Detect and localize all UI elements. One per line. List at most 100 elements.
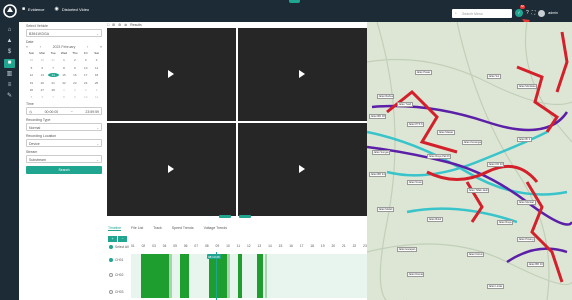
zoom-out-icon[interactable]: − [118, 236, 127, 242]
nav-distorted-video[interactable]: Distorted Video [62, 7, 89, 12]
recording-segment[interactable] [227, 254, 230, 298]
calendar-day[interactable]: 2 [69, 88, 80, 92]
calendar-day[interactable]: 28 [48, 88, 59, 92]
calendar-day[interactable]: 5 [26, 95, 37, 99]
prev-month-icon[interactable]: ‹ [40, 45, 41, 49]
vehicle-select[interactable]: B3941KDGA ⌄ [26, 29, 102, 37]
recording-segment[interactable] [238, 254, 242, 298]
calendar-day[interactable]: 26 [26, 88, 37, 92]
menu-search-input[interactable]: ⌕ Search Menu [452, 9, 512, 18]
recording-segment[interactable] [141, 254, 169, 298]
calendar-day[interactable]: 24 [80, 81, 91, 85]
grid-4-icon[interactable]: ⊞ [112, 23, 115, 27]
play-icon[interactable] [299, 70, 305, 78]
calendar-day[interactable]: 5 [26, 66, 37, 70]
calendar-day[interactable]: 29 [26, 58, 37, 62]
calendar-day[interactable]: 6 [37, 95, 48, 99]
timeline-row-ch01[interactable]: CH01 [109, 258, 123, 262]
calendar-day[interactable]: 1 [59, 58, 70, 62]
video-tile-2[interactable] [238, 28, 367, 121]
calendar-day[interactable]: 11 [91, 95, 102, 99]
timeline-row-ch02[interactable]: CH02 [109, 273, 123, 277]
calendar-month[interactable]: February [61, 45, 75, 49]
recording-segment[interactable] [265, 254, 267, 298]
results-dropdown[interactable]: Results [130, 23, 142, 27]
video-icon[interactable]: ■ [4, 59, 15, 68]
chart-icon[interactable]: ▥ [4, 70, 15, 79]
timeline-row-ch03[interactable]: CH03 [109, 290, 123, 294]
app-logo[interactable] [2, 3, 18, 19]
video-tile-4[interactable] [238, 123, 367, 216]
nav-evidence[interactable]: Evidence [28, 7, 44, 12]
calendar-day[interactable]: 10 [80, 66, 91, 70]
play-circle-icon[interactable]: ◉ [55, 6, 59, 12]
calendar-day[interactable]: 6 [37, 66, 48, 70]
video-tile-3[interactable] [107, 123, 236, 216]
recording-segment[interactable] [180, 254, 189, 298]
zoom-in-icon[interactable]: + [108, 236, 117, 242]
tab-voltage-trends[interactable]: Voltage Trends [204, 226, 227, 231]
list-icon[interactable]: ≡ [4, 81, 15, 90]
calendar-day[interactable]: 27 [37, 88, 48, 92]
calendar-day[interactable]: 10 [80, 95, 91, 99]
track-map[interactable]: Jalan Pasar Jalan Rahsa Jalan Tuah Jalan Su… [367, 22, 572, 300]
username[interactable]: admin [548, 11, 558, 15]
recording-segment[interactable] [257, 254, 263, 298]
calendar-day[interactable]: 23 [69, 81, 80, 85]
calendar-day[interactable]: 21 [48, 81, 59, 85]
tab-track[interactable]: Track [153, 226, 162, 231]
collapse-handle[interactable] [289, 0, 300, 3]
video-camera-icon[interactable]: ■ [22, 6, 25, 12]
next-month-icon[interactable]: › [87, 45, 88, 49]
calendar-day[interactable]: 25 [91, 81, 102, 85]
dollar-icon[interactable]: $ [4, 48, 15, 57]
calendar-day[interactable]: 9 [69, 95, 80, 99]
recording-location-select[interactable]: Device ⌄ [26, 139, 102, 148]
close-all-icon[interactable]: ⊗ [124, 23, 127, 27]
timeline-row-select-all[interactable]: Select All [109, 245, 129, 249]
wrench-icon[interactable]: ✎ [4, 92, 15, 101]
radio-ch01[interactable] [109, 258, 113, 262]
calendar-day[interactable]: 30 [37, 58, 48, 62]
calendar-day[interactable]: 19 [26, 81, 37, 85]
playback-prev-button[interactable] [219, 215, 231, 218]
calendar-day[interactable]: 3 [80, 58, 91, 62]
calendar-day[interactable]: 9 [69, 66, 80, 70]
stream-select[interactable]: Substream ⌄ [26, 155, 102, 164]
timeline-cursor[interactable] [216, 252, 217, 300]
calendar-day[interactable]: 20 [37, 81, 48, 85]
recording-segment[interactable] [209, 254, 227, 298]
warning-icon[interactable]: ▲ [4, 37, 15, 46]
calendar-day[interactable]: 31 [48, 58, 59, 62]
calendar-day[interactable]: 11 [91, 66, 102, 70]
calendar-day[interactable]: 16 [69, 73, 80, 77]
home-icon[interactable]: ⌂ [4, 26, 15, 35]
settings-icon[interactable]: ⚙ [118, 23, 121, 27]
calendar-day[interactable]: 18 [91, 73, 102, 77]
calendar-day[interactable]: 7 [48, 66, 59, 70]
calendar-day[interactable]: 1 [59, 88, 70, 92]
calendar-day[interactable]: 12 [26, 73, 37, 77]
calendar-day[interactable]: 3 [80, 88, 91, 92]
timeline-track-area[interactable]: 08:13:26 [131, 252, 367, 300]
calendar-day[interactable]: 7 [48, 95, 59, 99]
calendar-day[interactable]: 4 [91, 88, 102, 92]
playback-next-button[interactable] [239, 215, 251, 218]
time-range-input[interactable]: ◷ 00:00:00 ~ 23:59:59 [26, 107, 102, 116]
radio-select-all[interactable] [109, 245, 113, 249]
play-icon[interactable] [168, 70, 174, 78]
recording-segment[interactable] [169, 254, 172, 298]
tab-speed-trends[interactable]: Speed Trends [172, 226, 194, 231]
radio-ch03[interactable] [109, 290, 113, 294]
calendar-day[interactable]: 4 [91, 58, 102, 62]
grid-1-icon[interactable]: □ [107, 23, 109, 27]
tab-timeline[interactable]: Timeline [108, 226, 122, 231]
calendar-day[interactable]: 13 [37, 73, 48, 77]
video-tile-1[interactable] [107, 28, 236, 121]
radio-ch02[interactable] [109, 273, 113, 277]
play-icon[interactable] [168, 165, 174, 173]
search-button[interactable]: Search [26, 166, 102, 175]
calendar-day[interactable]: 8 [59, 66, 70, 70]
calendar-day[interactable]: 8 [59, 95, 70, 99]
calendar-day[interactable]: 15 [59, 73, 70, 77]
